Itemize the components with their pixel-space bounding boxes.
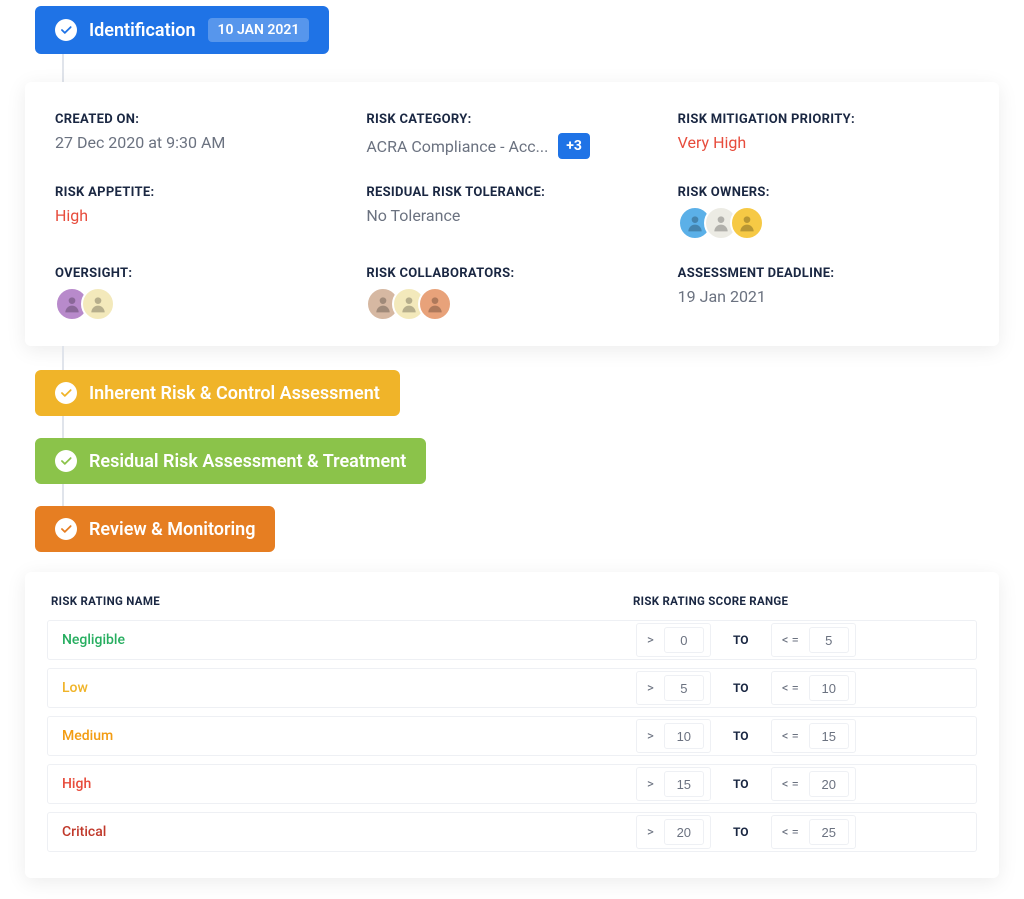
- field-risk-category: RISK CATEGORY: ACRA Compliance - Acc... …: [366, 112, 657, 159]
- range-max-box: < =: [771, 719, 856, 753]
- to-label: TO: [711, 729, 771, 743]
- stage-residual-risk[interactable]: Residual Risk Assessment & Treatment: [35, 438, 426, 484]
- label-created-on: CREATED ON:: [55, 112, 346, 127]
- range-max-box: < =: [771, 623, 856, 657]
- to-label: TO: [711, 825, 771, 839]
- rating-name: High: [62, 776, 636, 792]
- rating-name: Medium: [62, 728, 636, 744]
- label-risk-collaborators: RISK COLLABORATORS:: [366, 266, 657, 281]
- value-residual-tolerance: No Tolerance: [366, 206, 657, 225]
- field-assessment-deadline: ASSESSMENT DEADLINE: 19 Jan 2021: [678, 266, 969, 321]
- range-max-input[interactable]: [809, 819, 849, 845]
- table-row: Low > TO < =: [47, 668, 977, 708]
- range-min-box: >: [636, 623, 711, 657]
- label-risk-owners: RISK OWNERS:: [678, 185, 969, 200]
- field-risk-owners: RISK OWNERS:: [678, 185, 969, 240]
- table-header-name: RISK RATING NAME: [51, 594, 633, 608]
- stage-identification[interactable]: Identification 10 JAN 2021: [35, 6, 329, 54]
- stage-identification-label: Identification: [89, 20, 196, 41]
- stage-residual-label: Residual Risk Assessment & Treatment: [89, 451, 406, 472]
- field-oversight: OVERSIGHT:: [55, 266, 346, 321]
- lte-operator: < =: [778, 729, 803, 744]
- field-risk-collaborators: RISK COLLABORATORS:: [366, 266, 657, 321]
- value-risk-category: ACRA Compliance - Acc...: [366, 137, 548, 156]
- value-mitigation-priority: Very High: [678, 133, 969, 152]
- check-icon: [55, 450, 77, 472]
- stage-identification-date: 10 JAN 2021: [208, 18, 310, 42]
- field-mitigation-priority: RISK MITIGATION PRIORITY: Very High: [678, 112, 969, 159]
- oversight-avatars: [55, 287, 346, 321]
- range-max-input[interactable]: [809, 771, 849, 797]
- range-min-box: >: [636, 767, 711, 801]
- range-min-input[interactable]: [664, 627, 704, 653]
- lte-operator: < =: [778, 633, 803, 648]
- value-risk-appetite: High: [55, 206, 346, 225]
- lte-operator: < =: [778, 777, 803, 792]
- avatar[interactable]: [81, 287, 115, 321]
- value-created-on: 27 Dec 2020 at 9:30 AM: [55, 133, 346, 152]
- check-icon: [55, 518, 77, 540]
- label-risk-category: RISK CATEGORY:: [366, 112, 657, 127]
- identification-details-card: CREATED ON: 27 Dec 2020 at 9:30 AM RISK …: [25, 82, 999, 346]
- label-mitigation-priority: RISK MITIGATION PRIORITY:: [678, 112, 969, 127]
- lte-operator: < =: [778, 681, 803, 696]
- collaborators-avatars: [366, 287, 657, 321]
- avatar[interactable]: [730, 206, 764, 240]
- value-assessment-deadline: 19 Jan 2021: [678, 287, 969, 306]
- risk-category-more-badge[interactable]: +3: [558, 133, 590, 159]
- field-risk-appetite: RISK APPETITE: High: [55, 185, 346, 240]
- range-min-box: >: [636, 671, 711, 705]
- table-header-range: RISK RATING SCORE RANGE: [633, 594, 973, 608]
- range-max-box: < =: [771, 767, 856, 801]
- range-min-box: >: [636, 815, 711, 849]
- to-label: TO: [711, 777, 771, 791]
- to-label: TO: [711, 681, 771, 695]
- label-assessment-deadline: ASSESSMENT DEADLINE:: [678, 266, 969, 281]
- range-min-input[interactable]: [664, 723, 704, 749]
- gt-operator: >: [643, 681, 658, 696]
- table-row: High > TO < =: [47, 764, 977, 804]
- field-residual-tolerance: RESIDUAL RISK TOLERANCE: No Tolerance: [366, 185, 657, 240]
- table-row: Negligible > TO < =: [47, 620, 977, 660]
- check-icon: [55, 19, 77, 41]
- risk-rating-table: RISK RATING NAME RISK RATING SCORE RANGE…: [25, 572, 999, 878]
- stage-review-label: Review & Monitoring: [89, 519, 255, 540]
- gt-operator: >: [643, 825, 658, 840]
- range-max-input[interactable]: [809, 675, 849, 701]
- check-icon: [55, 382, 77, 404]
- rating-name: Critical: [62, 824, 636, 840]
- risk-owners-avatars: [678, 206, 969, 240]
- table-row: Medium > TO < =: [47, 716, 977, 756]
- range-max-box: < =: [771, 671, 856, 705]
- stage-inherent-risk[interactable]: Inherent Risk & Control Assessment: [35, 370, 400, 416]
- range-max-input[interactable]: [809, 627, 849, 653]
- field-created-on: CREATED ON: 27 Dec 2020 at 9:30 AM: [55, 112, 346, 159]
- stage-inherent-label: Inherent Risk & Control Assessment: [89, 383, 380, 404]
- label-risk-appetite: RISK APPETITE:: [55, 185, 346, 200]
- rating-name: Negligible: [62, 632, 636, 648]
- range-min-input[interactable]: [664, 675, 704, 701]
- range-max-box: < =: [771, 815, 856, 849]
- range-min-box: >: [636, 719, 711, 753]
- range-min-input[interactable]: [664, 819, 704, 845]
- gt-operator: >: [643, 777, 658, 792]
- label-residual-tolerance: RESIDUAL RISK TOLERANCE:: [366, 185, 657, 200]
- range-max-input[interactable]: [809, 723, 849, 749]
- stage-review-monitoring[interactable]: Review & Monitoring: [35, 506, 275, 552]
- to-label: TO: [711, 633, 771, 647]
- avatar[interactable]: [418, 287, 452, 321]
- rating-name: Low: [62, 680, 636, 696]
- range-min-input[interactable]: [664, 771, 704, 797]
- table-row: Critical > TO < =: [47, 812, 977, 852]
- gt-operator: >: [643, 633, 658, 648]
- lte-operator: < =: [778, 825, 803, 840]
- gt-operator: >: [643, 729, 658, 744]
- label-oversight: OVERSIGHT:: [55, 266, 346, 281]
